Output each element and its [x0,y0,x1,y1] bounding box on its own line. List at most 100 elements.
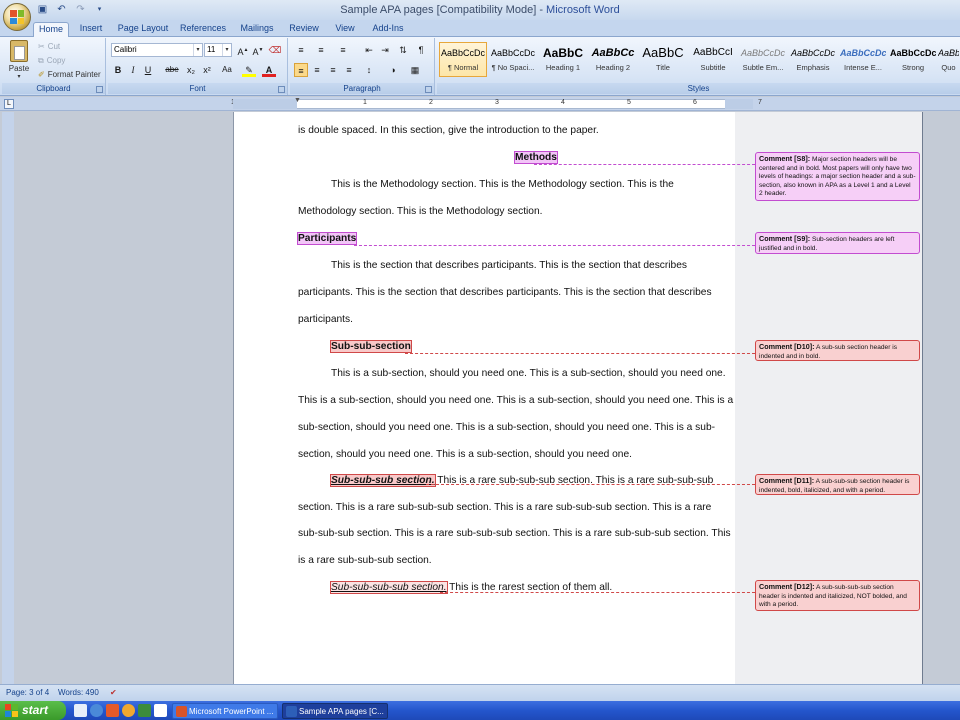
intro-line: is double spaced. In this section, give … [298,125,599,136]
font-name-dropdown-icon: ▾ [193,44,202,56]
numbering-icon[interactable]: ≡ [314,43,328,57]
highlight-icon[interactable]: ✎ [242,63,256,77]
tab-insert[interactable]: Insert [72,22,110,37]
proofing-icon[interactable]: ✔ [110,688,117,697]
vertical-scrollbar[interactable] [923,112,960,684]
sort-icon[interactable]: ⇅ [396,43,410,57]
tab-mailings[interactable]: Mailings [234,22,280,37]
style-normal[interactable]: AaBbCcDc ¶ Normal [439,42,487,77]
align-center-icon[interactable]: ≡ [310,63,324,77]
shrink-font-icon[interactable]: A▼ [251,43,265,57]
app-icon[interactable] [154,704,167,717]
subsubsub-paragraph-line: sub-sub-sub section. This is a rare sub-… [298,528,731,539]
tab-home[interactable]: Home [33,22,69,37]
cut-button[interactable]: ✂ Cut [38,40,60,53]
line-spacing-icon[interactable]: ↕ [362,63,376,77]
paste-button[interactable]: Paste ▾ [4,40,34,82]
subsub-paragraph-line: sub-section, should you need one. This i… [298,422,716,433]
bold-button[interactable]: B [111,63,125,77]
tab-selector-icon[interactable]: L [4,99,14,109]
increase-indent-icon[interactable]: ⇥ [378,43,392,57]
font-color-icon[interactable]: A [262,63,276,77]
align-left-icon[interactable]: ≡ [294,63,308,77]
clipboard-launcher-icon[interactable] [96,86,103,93]
style-subtitle[interactable]: AaBbCcI Subtitle [689,42,737,77]
tab-view[interactable]: View [328,22,362,37]
style-emphasis[interactable]: AaBbCcDc Emphasis [789,42,837,77]
horizontal-ruler[interactable]: 1 1 2 3 4 5 6 7 [231,99,762,109]
status-bar: Page: 3 of 4 Words: 490 ✔ [0,684,960,701]
change-case-button[interactable]: Aa [218,63,236,77]
bullets-icon[interactable]: ≡ [294,43,308,57]
start-button[interactable]: start [0,701,66,720]
comment-balloon[interactable]: Comment [S8]: Major section headers will… [755,152,920,201]
tab-add-ins[interactable]: Add-Ins [366,22,410,37]
font-size-combo[interactable]: 11 ▾ [204,43,232,57]
ie-icon[interactable] [90,704,103,717]
style-intense-emphasis[interactable]: AaBbCcDc Intense E... [839,42,887,77]
style-subtle-emphasis[interactable]: AaBbCcDc Subtle Em... [739,42,787,77]
shading-icon[interactable]: ◑ [386,63,400,77]
window-title: Sample APA pages [Compatibility Mode] - … [0,4,960,16]
methods-heading[interactable]: Methods [514,151,558,164]
comment-title: Comment [D12]: [759,582,815,591]
grow-font-icon[interactable]: A▲ [236,43,250,57]
comment-balloon[interactable]: Comment [D10]: A sub-sub section header … [755,340,920,361]
tab-review[interactable]: Review [284,22,324,37]
taskbar-powerpoint[interactable]: Microsoft PowerPoint ... [172,703,278,719]
style-name: Intense E... [844,63,882,72]
paragraph-launcher-icon[interactable] [425,86,432,93]
indent-marker-icon[interactable]: ▼ [294,97,301,104]
comment-balloon[interactable]: Comment [D11]: A sub-sub-sub section hea… [755,474,920,495]
vertical-ruler [2,112,14,684]
style-heading-2[interactable]: AaBbCc Heading 2 [589,42,637,77]
comment-balloon[interactable]: Comment [D12]: A sub-sub-sub-sub section… [755,580,920,611]
methods-paragraph-line: Methodology section. This is the Methodo… [298,206,543,217]
taskbar-word[interactable]: Sample APA pages [C... [282,703,388,719]
page-count[interactable]: Page: 3 of 4 [6,688,49,697]
style-name: Subtle Em... [742,63,784,72]
subscript-button[interactable]: x₂ [184,63,198,77]
borders-icon[interactable]: ▦ [408,63,422,77]
desktop-icon[interactable] [74,704,87,717]
tab-page-layout[interactable]: Page Layout [113,22,173,37]
subsubsub-heading[interactable]: Sub-sub-sub section. [330,474,436,487]
strikethrough-button[interactable]: abe [164,63,180,77]
superscript-button[interactable]: x² [200,63,214,77]
font-name-combo[interactable]: Calibri ▾ [111,43,203,57]
style-strong[interactable]: AaBbCcDc Strong [889,42,937,77]
title-separator: - [536,4,547,16]
font-launcher-icon[interactable] [278,86,285,93]
decrease-indent-icon[interactable]: ⇤ [362,43,376,57]
tab-references[interactable]: References [176,22,230,37]
copy-button[interactable]: ⧉ Copy [38,54,65,67]
justify-icon[interactable]: ≡ [342,63,356,77]
style-name: ¶ Normal [447,63,479,72]
styles-group-label: Styles [437,83,960,94]
style-heading-1[interactable]: AaBbC Heading 1 [539,42,587,77]
comment-title: Comment [D10]: [759,342,815,351]
powerpoint-icon [176,706,187,717]
word-count[interactable]: Words: 490 [58,688,99,697]
align-right-icon[interactable]: ≡ [326,63,340,77]
style-preview: AaBbCcDc [790,48,835,58]
office-button[interactable] [3,3,31,31]
subsub-heading[interactable]: Sub-sub-section [330,340,412,353]
style-quote[interactable]: AaBbCcDc Quo [937,42,960,77]
clear-formatting-icon[interactable]: ⌫ [268,43,282,57]
app-icon[interactable] [138,704,151,717]
style-title[interactable]: AaBbC Title [639,42,687,77]
comment-balloon[interactable]: Comment [S9]: Sub-section headers are le… [755,232,920,254]
subsubsubsub-heading[interactable]: Sub-sub-sub-sub section. [330,581,448,594]
show-formatting-marks-icon[interactable]: ¶ [414,43,428,57]
participants-heading[interactable]: Participants [296,232,358,245]
firefox-icon[interactable] [122,704,135,717]
style-no-spacing[interactable]: AaBbCcDc ¶ No Spaci... [489,42,537,77]
underline-button[interactable]: U [141,63,155,77]
multilevel-list-icon[interactable]: ≡ [336,43,350,57]
format-painter-label: Format Painter [47,70,101,79]
format-painter-button[interactable]: ✐ Format Painter [38,68,101,81]
app-icon[interactable] [106,704,119,717]
document-title: Sample APA pages [Compatibility Mode] [340,4,537,16]
italic-button[interactable]: I [126,63,140,77]
